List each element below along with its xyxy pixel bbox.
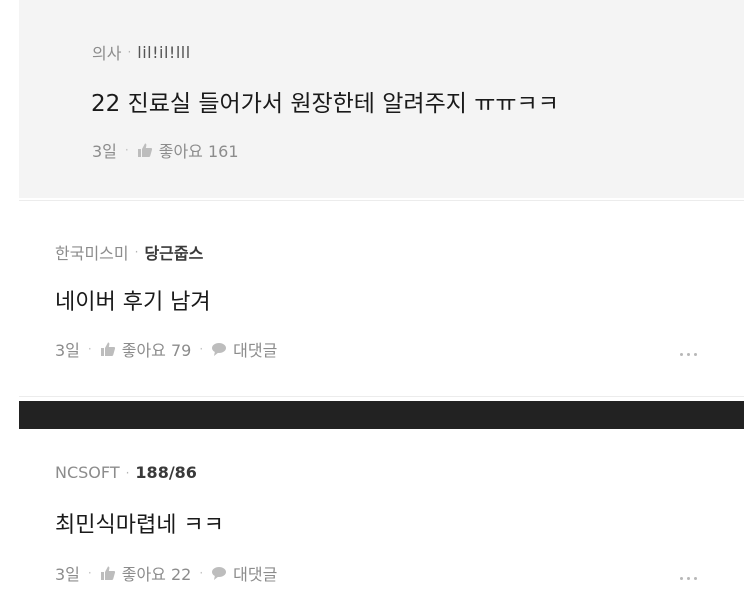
reply-button[interactable]: 대댓글 [211, 561, 277, 585]
more-dots-icon [694, 577, 697, 580]
more-options-button[interactable] [680, 577, 697, 580]
author-company[interactable]: 한국미스미 [55, 240, 129, 264]
author-nickname[interactable]: 188/86 [135, 463, 197, 482]
thumbs-up-icon [100, 566, 115, 580]
section-divider [19, 401, 744, 429]
reply-actions: 3일 · 좋아요 161 [92, 138, 239, 162]
like-button[interactable]: 좋아요 22 [100, 561, 192, 585]
speech-bubble-icon [212, 343, 227, 356]
author-nickname[interactable]: 당근줍스 [144, 240, 203, 264]
separator-dot: · [134, 245, 139, 259]
more-dots-icon [680, 577, 683, 580]
like-count: 좋아요 161 [158, 142, 239, 161]
like-button[interactable]: 좋아요 161 [137, 138, 239, 162]
speech-bubble-icon [212, 567, 227, 580]
author-nickname[interactable]: lil!il!lll [137, 43, 190, 62]
divider [19, 396, 744, 397]
separator-dot: · [87, 566, 92, 580]
like-count: 좋아요 22 [121, 565, 192, 584]
separator-dot: · [125, 465, 130, 480]
reply-author-meta: 의사 · lil!il!lll [92, 40, 191, 64]
like-button[interactable]: 좋아요 79 [100, 337, 192, 361]
thumbs-up-icon [100, 342, 115, 356]
more-dots-icon [694, 353, 697, 356]
separator-dot: · [87, 342, 92, 356]
thumbs-up-icon [137, 143, 152, 157]
separator-dot: · [199, 566, 204, 580]
author-company[interactable]: NCSOFT [55, 463, 120, 482]
comment-thread: 의사 · lil!il!lll 22 진료실 들어가서 원장한테 알려주지 ㅠㅠ… [0, 0, 744, 615]
author-company[interactable]: 의사 [92, 40, 121, 64]
comment-actions: 3일 · 좋아요 22 · 대댓글 [55, 561, 277, 585]
comment-actions: 3일 · 좋아요 79 · 대댓글 [55, 337, 277, 361]
separator-dot: · [127, 45, 132, 59]
more-dots-icon [687, 577, 690, 580]
post-time: 3일 [55, 341, 80, 360]
comment-text: 최민식마렵네 ㅋㅋ [55, 513, 224, 538]
more-options-button[interactable] [680, 353, 697, 356]
more-dots-icon [680, 353, 683, 356]
more-dots-icon [687, 353, 690, 356]
reply-label: 대댓글 [233, 341, 278, 360]
reply-button[interactable]: 대댓글 [211, 337, 277, 361]
separator-dot: · [199, 342, 204, 356]
reply-text: 22 진료실 들어가서 원장한테 알려주지 ㅠㅠㅋㅋ [91, 91, 559, 117]
divider [19, 200, 744, 201]
reply-card: 의사 · lil!il!lll 22 진료실 들어가서 원장한테 알려주지 ㅠㅠ… [19, 0, 744, 198]
post-time: 3일 [92, 142, 117, 161]
separator-dot: · [124, 143, 129, 157]
post-time: 3일 [55, 565, 80, 584]
like-count: 좋아요 79 [121, 341, 192, 360]
reply-label: 대댓글 [233, 565, 278, 584]
comment-text: 네이버 후기 남겨 [55, 290, 211, 315]
comment-author-meta: 한국미스미 · 당근줍스 [55, 240, 203, 264]
comment-author-meta: NCSOFT · 188/86 [55, 463, 197, 482]
